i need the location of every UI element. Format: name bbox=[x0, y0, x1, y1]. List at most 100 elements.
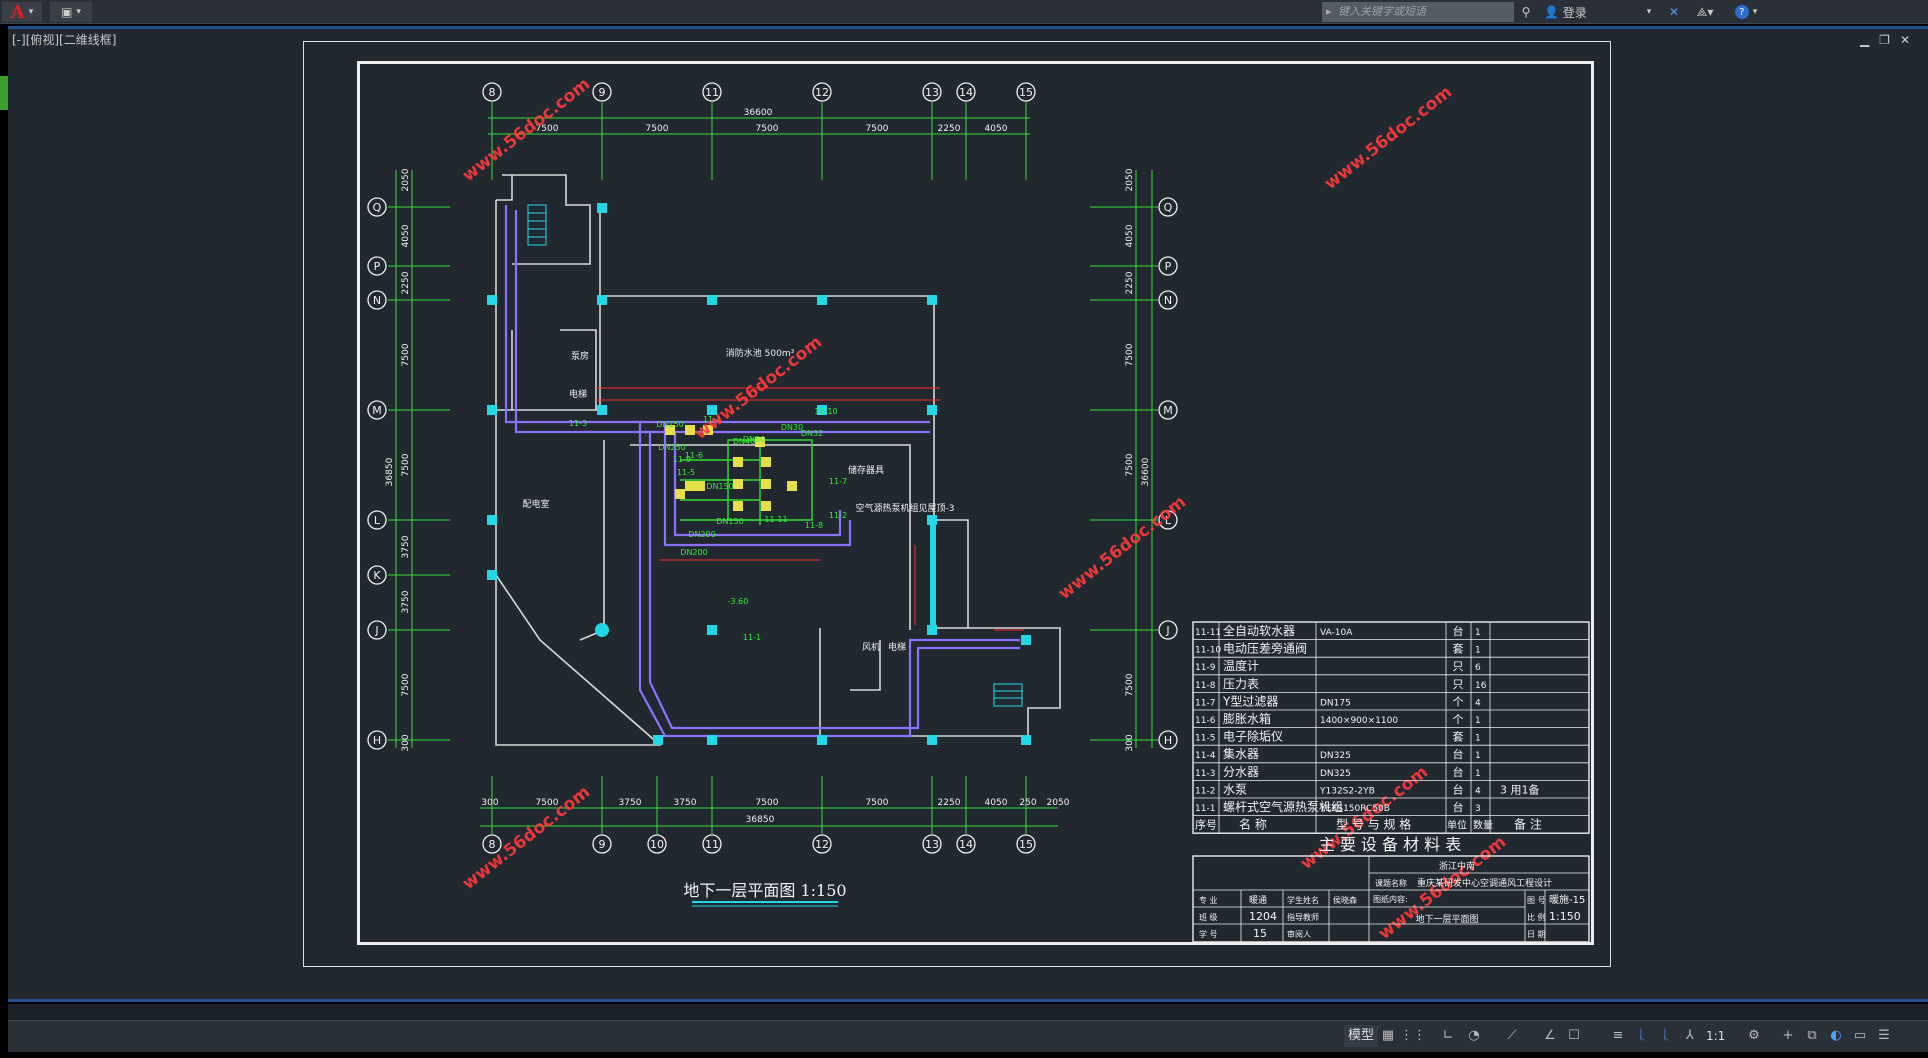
hardware-acceleration-icon[interactable]: ⧉ bbox=[1802, 1027, 1822, 1045]
annotation-visibility-icon[interactable]: ᚳ bbox=[1632, 1027, 1652, 1045]
axis-label: 13 bbox=[925, 86, 939, 99]
structural-column bbox=[597, 203, 607, 213]
equipment-table-title: 主 要 设 备 材 料 表 bbox=[1319, 835, 1462, 854]
structural-column bbox=[707, 735, 717, 745]
watermark-text: www.56doc.com bbox=[1055, 492, 1190, 604]
table-cell: 16 bbox=[1475, 681, 1487, 691]
title-value: 1:150 bbox=[1549, 910, 1581, 923]
annotation-scale-icon[interactable]: ⅄ bbox=[1680, 1027, 1700, 1045]
table-cell: 台 bbox=[1453, 800, 1464, 814]
table-cell: 1 bbox=[1475, 716, 1481, 726]
title-label: 图 号 bbox=[1527, 896, 1546, 905]
pipe-label: DN150 bbox=[706, 482, 733, 491]
dimension-value: 2250 bbox=[938, 798, 961, 808]
title-label: 日 期 bbox=[1527, 930, 1546, 939]
title-drawing-content: 地下一层平面图 bbox=[1415, 913, 1478, 925]
title-value: 暖通 bbox=[1249, 894, 1267, 906]
pipe-label: DN150 bbox=[656, 420, 683, 429]
pipe-label: 11-10 bbox=[814, 407, 837, 416]
table-cell: 膨胀水箱 bbox=[1223, 711, 1271, 726]
lineweight-icon[interactable]: ☐ bbox=[1564, 1027, 1584, 1045]
plus-icon[interactable]: + bbox=[1778, 1027, 1798, 1045]
structural-column bbox=[927, 295, 937, 305]
table-cell: 3 bbox=[1475, 804, 1481, 814]
table-cell: 压力表 bbox=[1223, 677, 1259, 691]
snap-icon[interactable]: ⋮⋮ bbox=[1400, 1027, 1426, 1045]
clean-screen-icon[interactable]: ▭ bbox=[1850, 1027, 1870, 1045]
table-cell: 1 bbox=[1475, 628, 1481, 638]
watermark-text: www.56doc.com bbox=[459, 782, 594, 894]
otrack-icon[interactable]: ∠ bbox=[1540, 1027, 1560, 1045]
axis-label: N bbox=[373, 294, 381, 307]
table-cell: 1400×900×1100 bbox=[1320, 716, 1398, 726]
axis-label: M bbox=[372, 404, 382, 417]
dimension-value: 300 bbox=[1125, 734, 1135, 751]
dimension-value: 4050 bbox=[985, 124, 1008, 134]
axis-label: H bbox=[373, 734, 381, 747]
axis-label: J bbox=[374, 624, 378, 637]
axis-label: 8 bbox=[489, 86, 496, 99]
axis-label: Q bbox=[1164, 201, 1173, 214]
axis-label: 8 bbox=[489, 838, 496, 851]
dimension-value: 2050 bbox=[1047, 798, 1070, 808]
pipe-label: 11-3 bbox=[569, 419, 587, 428]
structural-column bbox=[487, 295, 497, 305]
structural-column bbox=[653, 735, 663, 745]
customize-icon[interactable]: ☰ bbox=[1874, 1027, 1894, 1045]
model-space-button[interactable]: 模型 bbox=[1344, 1025, 1379, 1047]
equipment-symbol bbox=[761, 479, 771, 489]
table-cell: 只 bbox=[1453, 660, 1464, 673]
table-cell: VA-10A bbox=[1320, 628, 1353, 638]
equipment-symbol bbox=[675, 489, 685, 499]
title-label: 专 业 bbox=[1199, 895, 1218, 905]
grid-icon[interactable]: ▦ bbox=[1378, 1027, 1398, 1045]
pipe-label: DN50 bbox=[743, 435, 765, 444]
pipe-label: DN32 bbox=[801, 429, 823, 438]
annotation-autoscale-icon[interactable]: ᚳ bbox=[1656, 1027, 1676, 1045]
table-cell: 1 bbox=[1475, 751, 1481, 761]
table-cell: 个 bbox=[1453, 695, 1464, 708]
title-label: 学生姓名 bbox=[1287, 895, 1319, 905]
title-label: 班 级 bbox=[1199, 912, 1218, 922]
dimension-value: 4050 bbox=[401, 224, 411, 247]
ortho-icon[interactable]: ∟ bbox=[1438, 1027, 1458, 1045]
dimension-value: 4050 bbox=[1125, 224, 1135, 247]
title-value: 15 bbox=[1253, 927, 1267, 940]
axis-label: P bbox=[374, 260, 381, 273]
table-cell: 电动压差旁通阀 bbox=[1223, 641, 1307, 656]
polar-icon[interactable]: ◔ bbox=[1464, 1027, 1484, 1045]
table-cell: 11-3 bbox=[1195, 769, 1215, 779]
transparency-icon[interactable]: ≡ bbox=[1608, 1027, 1628, 1045]
pipe-label: 11-2 bbox=[829, 511, 847, 520]
table-cell: 台 bbox=[1453, 624, 1464, 638]
axis-label: 14 bbox=[959, 838, 973, 851]
osnap-icon[interactable]: ⟋ bbox=[1502, 1027, 1522, 1045]
gear-icon[interactable]: ⚙ bbox=[1744, 1027, 1764, 1045]
dimension-value: 3750 bbox=[401, 590, 411, 613]
table-cell: 套 bbox=[1453, 643, 1464, 656]
title-value: 侯晓森 bbox=[1333, 895, 1357, 905]
table-cell: 1 bbox=[1475, 769, 1481, 779]
axis-label: 9 bbox=[599, 86, 606, 99]
table-cell: Y132S2-2YB bbox=[1319, 786, 1375, 796]
title-value: 暖施-15 bbox=[1549, 893, 1585, 906]
axis-label: 10 bbox=[650, 838, 664, 851]
title-label: 图纸内容: bbox=[1373, 894, 1408, 904]
dimension-value: 250 bbox=[1019, 798, 1036, 808]
axis-label: 9 bbox=[599, 838, 606, 851]
table-header: 备 注 bbox=[1514, 817, 1542, 832]
dimension-value: 300 bbox=[401, 734, 411, 751]
equipment-symbol bbox=[787, 481, 797, 491]
annotation-scale-value[interactable]: 1:1 bbox=[1706, 1025, 1725, 1047]
layout-tabs-strip[interactable] bbox=[8, 1004, 1928, 1020]
pipe-label: 11-5 bbox=[677, 468, 695, 477]
isolate-objects-icon[interactable]: ◐ bbox=[1826, 1027, 1846, 1045]
table-cell: 个 bbox=[1453, 713, 1464, 726]
axis-label: 13 bbox=[925, 838, 939, 851]
structural-column bbox=[817, 735, 827, 745]
table-header: 型 号 与 规 格 bbox=[1336, 817, 1411, 832]
axis-label: 11 bbox=[705, 838, 719, 851]
pipe-label: 11-9 bbox=[673, 455, 691, 464]
axis-label: P bbox=[1165, 260, 1172, 273]
table-cell: DN325 bbox=[1320, 769, 1351, 779]
